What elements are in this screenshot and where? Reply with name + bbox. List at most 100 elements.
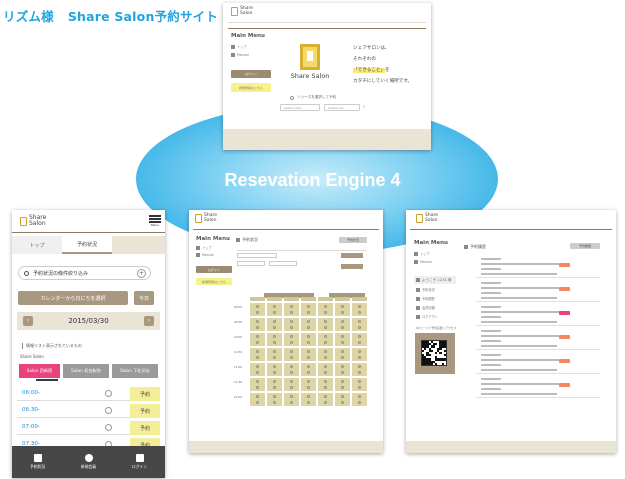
history-entry[interactable]: [476, 375, 600, 398]
salon-select[interactable]: Select salon: [280, 104, 320, 111]
side-item[interactable]: 会員情報: [416, 305, 435, 310]
history-entry[interactable]: [476, 327, 600, 350]
date-navigator: ‹ 2015/03/30 ›: [17, 312, 160, 330]
next-date-icon[interactable]: ›: [144, 316, 154, 326]
availability-circle-icon: [255, 340, 259, 344]
availability-circle-icon: [289, 325, 293, 329]
grid-time-label: 12:00: [234, 395, 243, 399]
reserve-button[interactable]: 予約: [130, 387, 160, 401]
menu-item-manual[interactable]: Manual: [231, 53, 249, 57]
today-button[interactable]: 今日: [134, 291, 154, 305]
history-entry[interactable]: [476, 255, 600, 278]
availability-circle-icon: [340, 400, 344, 404]
nav-new-member[interactable]: 新規会員: [63, 446, 114, 478]
availability-circle-icon: [323, 310, 327, 314]
section-title: 予約状況: [236, 237, 258, 243]
grid-time-label: 10:00: [234, 335, 243, 339]
menu-item-top[interactable]: トップ: [196, 245, 212, 250]
availability-circle-icon: [272, 400, 276, 404]
slot-time: 06:00-: [22, 390, 40, 396]
section-title: 予約履歴: [464, 244, 486, 250]
availability-circle-icon: [306, 364, 310, 368]
tagline: シェアサロンは、 それぞれの 「できること」を カタチにしていく場所です。: [353, 46, 413, 84]
availability-circle-icon: [357, 310, 361, 314]
menu-item-top[interactable]: トップ: [414, 251, 430, 256]
status-badge: [559, 383, 570, 387]
home-icon: [236, 238, 240, 242]
menu-item-top[interactable]: トップ: [231, 44, 247, 49]
status-badge: [559, 311, 570, 315]
availability-circle-icon: [272, 310, 276, 314]
availability-circle-icon: [289, 379, 293, 383]
menu-title: Main Menu: [231, 33, 265, 39]
availability-circle-icon: [357, 319, 361, 323]
calendar-select-button[interactable]: カレンダーから日にちを選択: [18, 291, 128, 305]
use-select[interactable]: Select use: [324, 104, 360, 111]
time-slot-row[interactable]: 07:00- 予約: [17, 421, 160, 435]
reservation-grid[interactable]: 09:00 09:30 10:00 10:30 11:00 11:30 12:00: [234, 297, 368, 415]
availability-circle-icon: [272, 394, 276, 398]
availability-circle-icon: [323, 304, 327, 308]
user-greeting: ようこそ 1234 様: [414, 276, 456, 284]
availability-circle-icon: [289, 310, 293, 314]
availability-circle-icon: [306, 379, 310, 383]
side-item[interactable]: 予約履歴: [416, 296, 435, 301]
hamburger-menu-button[interactable]: Menu: [149, 215, 161, 228]
login-button[interactable]: ログイン: [231, 70, 271, 78]
add-filter-icon[interactable]: +: [137, 269, 146, 278]
availability-circle-icon: [289, 334, 293, 338]
availability-circle-icon: [272, 364, 276, 368]
chevron-right-icon[interactable]: ›: [363, 104, 365, 110]
availability-circle-icon: [306, 370, 310, 374]
availability-circle-icon: [255, 310, 259, 314]
filter-salon-1[interactable]: Salon 西新宿: [19, 364, 60, 378]
availability-circle-icon: [357, 379, 361, 383]
qr-code: [421, 340, 447, 366]
menu-item-manual[interactable]: Manual: [414, 260, 432, 264]
side-item[interactable]: 予約状況: [416, 287, 435, 292]
availability-circle-icon: [340, 310, 344, 314]
status-tab[interactable]: 予約状況: [339, 237, 367, 243]
calendar-icon: [416, 287, 420, 292]
history-entry[interactable]: [476, 279, 600, 302]
availability-circle-icon: [340, 304, 344, 308]
time-slot-row[interactable]: 06:00- 予約: [17, 387, 160, 401]
reserve-button[interactable]: 予約: [130, 404, 160, 418]
nav-reservation-status[interactable]: 予約状況: [12, 446, 63, 478]
time-slot-row[interactable]: 06:30- 予約: [17, 404, 160, 418]
login-button[interactable]: ログイン: [196, 266, 232, 273]
register-button[interactable]: 新規登録はこちら: [196, 278, 232, 285]
reserve-button[interactable]: 予約: [130, 421, 160, 435]
register-button[interactable]: 新規登録はこちら: [231, 83, 271, 92]
availability-circle-icon: [357, 355, 361, 359]
history-tab[interactable]: 予約履歴: [570, 243, 600, 249]
availability-circle-icon: [272, 355, 276, 359]
book-icon: [196, 253, 200, 257]
availability-circle-icon: [340, 379, 344, 383]
availability-circle-icon: [272, 334, 276, 338]
availability-circle-icon: [340, 334, 344, 338]
availability-circle-icon: [255, 379, 259, 383]
availability-circle-icon: [289, 319, 293, 323]
book-icon: [231, 53, 235, 57]
grid-column-header: [352, 297, 367, 301]
user-icon: [416, 305, 420, 310]
availability-circle-icon: [255, 325, 259, 329]
filter-salon-2[interactable]: Salon 初台駅前: [63, 364, 109, 378]
grid-column-header: [284, 297, 299, 301]
history-entry[interactable]: [476, 351, 600, 374]
tab-top[interactable]: トップ: [12, 236, 62, 254]
prev-date-icon[interactable]: ‹: [23, 316, 33, 326]
add-user-icon: [84, 454, 93, 462]
salon-label: Share Salon: [20, 354, 44, 359]
side-item[interactable]: ログアウト: [416, 314, 438, 319]
filter-salon-3[interactable]: Salon 下北沢店: [112, 364, 158, 378]
menu-item-manual[interactable]: Manual: [196, 253, 214, 257]
availability-circle-icon: [105, 407, 112, 414]
status-badge: [559, 359, 570, 363]
history-entry[interactable]: [476, 303, 600, 326]
page-title: リズム様 Share Salon予約サイト: [3, 6, 218, 25]
nav-login[interactable]: ログイン: [114, 446, 165, 478]
tab-reservation-status[interactable]: 予約状況: [62, 236, 112, 254]
search-input[interactable]: 予約状況の條件絞り込み +: [18, 266, 151, 280]
